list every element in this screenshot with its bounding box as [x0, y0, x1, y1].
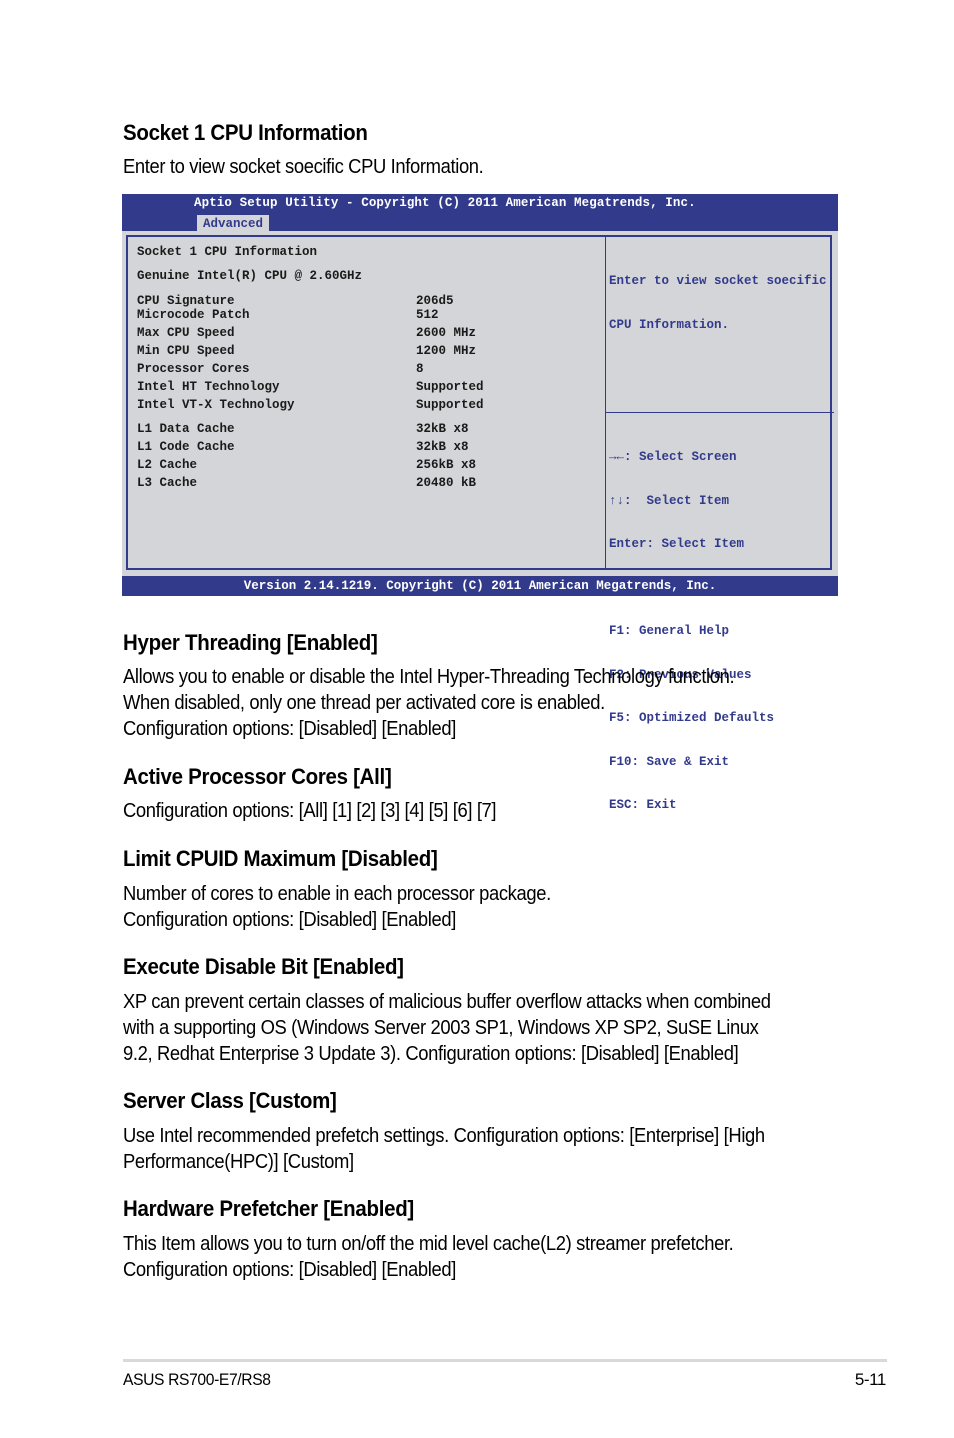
bios-row-value: 256kB x8	[416, 458, 477, 472]
bios-row-value: 1200 MHz	[416, 344, 477, 358]
key-select-item-arrows: ↑↓: Select Item	[609, 493, 730, 508]
bios-row-value: Supported	[416, 380, 484, 394]
bios-divider-horizontal	[605, 412, 834, 413]
bios-row-value: 32kB x8	[416, 440, 469, 454]
bios-row-label: L3 Cache	[137, 476, 198, 490]
bios-row-label: L2 Cache	[137, 458, 198, 472]
bios-row-value: 32kB x8	[416, 422, 469, 436]
section-text-line: Configuration options: [Disabled] [Enabl…	[123, 718, 456, 740]
section-text-line: Allows you to enable or disable the Inte…	[123, 666, 735, 688]
section-heading-limit-cpuid: Limit CPUID Maximum [Disabled]	[123, 846, 438, 871]
bios-help-line: Enter to view socket soecific	[609, 274, 827, 288]
section-text-line: Configuration options: [Disabled] [Enabl…	[123, 909, 456, 931]
section-text-line: Configuration options: [Disabled] [Enabl…	[123, 1259, 456, 1281]
bios-tab-advanced[interactable]: Advanced	[197, 215, 270, 231]
section-heading-active-cores: Active Processor Cores [All]	[123, 764, 392, 789]
section-text-line: 9.2, Redhat Enterprise 3 Update 3). Conf…	[123, 1043, 739, 1065]
bios-row-label: Intel VT-X Technology	[137, 398, 295, 412]
section-text-line: Performance(HPC)] [Custom]	[123, 1151, 354, 1173]
bios-key-legend: →←: Select Screen ↑↓: Select Item Enter:…	[609, 421, 774, 842]
section-text-line: Configuration options: [All] [1] [2] [3]…	[123, 800, 497, 822]
section-text-line: This Item allows you to turn on/off the …	[123, 1233, 734, 1255]
section-text-line: When disabled, only one thread per activ…	[123, 692, 605, 714]
section-text-line: Number of cores to enable in each proces…	[123, 883, 551, 905]
bios-row-value: 8	[416, 362, 424, 376]
key-save-exit: F10: Save & Exit	[609, 754, 730, 769]
bios-row-value: Supported	[416, 398, 484, 412]
bios-divider-vertical	[605, 237, 606, 568]
section-text-socket: Enter to view socket soecific CPU Inform…	[123, 156, 484, 178]
footer-product-name: ASUS RS700-E7/RS8	[123, 1370, 271, 1389]
bios-help-text: Enter to view socket soecific CPU Inform…	[609, 245, 827, 361]
bios-item-label: Socket 1 CPU Information	[137, 245, 318, 259]
bios-row-label: Processor Cores	[137, 362, 250, 376]
bios-row-label: Intel HT Technology	[137, 380, 280, 394]
footer-divider	[123, 1359, 887, 1362]
bios-cpu-name-text: Genuine Intel(R) CPU @ 2.60GHz	[137, 269, 363, 283]
bios-version-bar: Version 2.14.1219. Copyright (C) 2011 Am…	[122, 576, 838, 596]
bios-row-label: L1 Code Cache	[137, 440, 235, 454]
bios-row-label: L1 Data Cache	[137, 422, 235, 436]
bios-row-label: Max CPU Speed	[137, 326, 235, 340]
bios-main-frame: Socket 1 CPU Information Genuine Intel(R…	[126, 235, 834, 812]
bios-row-label: Min CPU Speed	[137, 344, 235, 358]
section-text-line: with a supporting OS (Windows Server 200…	[123, 1017, 759, 1039]
bios-row-value: 2600 MHz	[416, 326, 477, 340]
section-text-line: Use Intel recommended prefetch settings.…	[123, 1125, 765, 1147]
key-enter-select: Enter: Select Item	[609, 537, 745, 551]
footer-page-number: 5-11	[854, 1370, 887, 1389]
key-select-screen: →←: Select Screen	[609, 450, 737, 464]
section-text-line: XP can prevent certain classes of malici…	[123, 991, 771, 1013]
section-heading-socket: Socket 1 CPU Information	[123, 120, 368, 145]
section-heading-server-class: Server Class [Custom]	[123, 1088, 337, 1113]
bios-row-value: 512	[416, 308, 439, 322]
bios-row-value: 206d5	[416, 294, 454, 308]
bios-header-bar: Aptio Setup Utility - Copyright (C) 2011…	[122, 194, 838, 231]
bios-row-label: Microcode Patch	[137, 308, 250, 322]
bios-screenshot: Aptio Setup Utility - Copyright (C) 2011…	[122, 194, 838, 812]
section-heading-hyper-threading: Hyper Threading [Enabled]	[123, 630, 378, 655]
bios-title: Aptio Setup Utility - Copyright (C) 2011…	[194, 196, 696, 210]
bios-row-label: CPU Signature	[137, 294, 235, 308]
key-general-help: F1: General Help	[609, 624, 730, 638]
bios-row-value: 20480 kB	[416, 476, 477, 490]
section-heading-hw-prefetcher: Hardware Prefetcher [Enabled]	[123, 1196, 414, 1221]
section-heading-execute-disable: Execute Disable Bit [Enabled]	[123, 954, 404, 979]
bios-help-line: CPU Information.	[609, 317, 730, 332]
